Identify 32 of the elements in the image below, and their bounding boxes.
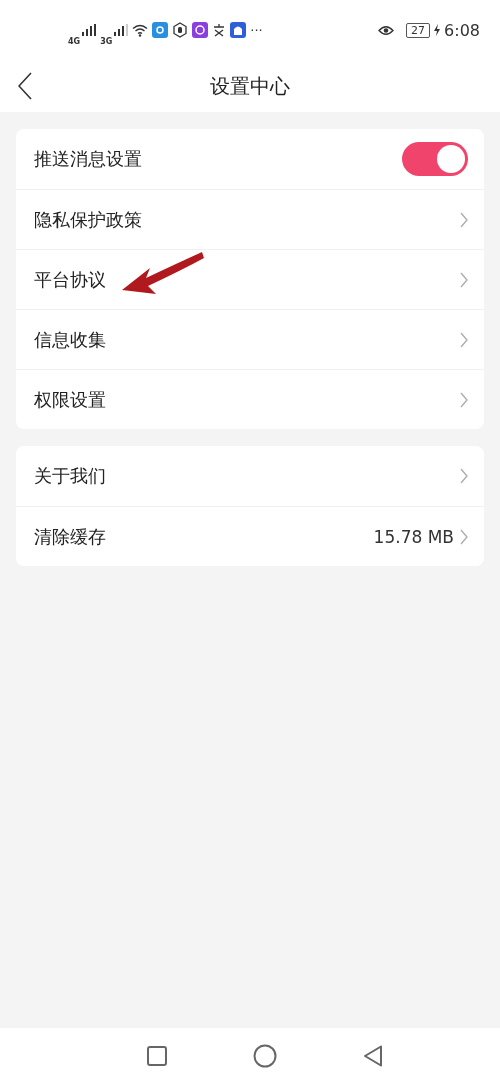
recents-icon[interactable]: [147, 1046, 167, 1066]
network-label: 3G: [100, 36, 113, 46]
setting-label: 权限设置: [34, 387, 106, 412]
setting-label: 信息收集: [34, 327, 106, 352]
setting-label: 推送消息设置: [34, 147, 142, 171]
signal-icon: [114, 24, 129, 36]
setting-label: 清除缓存: [34, 524, 106, 549]
toggle-switch[interactable]: [402, 142, 468, 176]
page-title: 设置中心: [210, 72, 290, 100]
battery-level: 27: [406, 22, 431, 38]
wifi-icon: [132, 23, 149, 37]
setting-label: 平台协议: [34, 267, 106, 292]
chevron-icon[interactable]: [460, 528, 468, 545]
cache-size: 15.78 MB: [373, 526, 454, 547]
chevron-icon[interactable]: [460, 468, 468, 484]
chat-icon: [192, 22, 209, 38]
app-icon: [152, 22, 169, 38]
eye-icon: [378, 24, 395, 36]
chevron-icon[interactable]: [460, 211, 468, 228]
back-icon[interactable]: [363, 1045, 383, 1067]
setting-label: 关于我们: [34, 464, 106, 488]
clock: 6:08: [444, 20, 480, 40]
charging-icon: [434, 24, 441, 36]
more-label: ···: [250, 22, 263, 38]
chevron-icon[interactable]: [460, 391, 468, 408]
chevron-icon[interactable]: [460, 271, 468, 288]
network-label: 4G: [68, 36, 81, 46]
home-icon[interactable]: [253, 1044, 277, 1068]
glyph-icon: [212, 23, 227, 37]
signal-icon: [82, 24, 97, 36]
setting-label: 隐私保护政策: [34, 207, 142, 232]
chevron-icon[interactable]: [460, 331, 468, 348]
